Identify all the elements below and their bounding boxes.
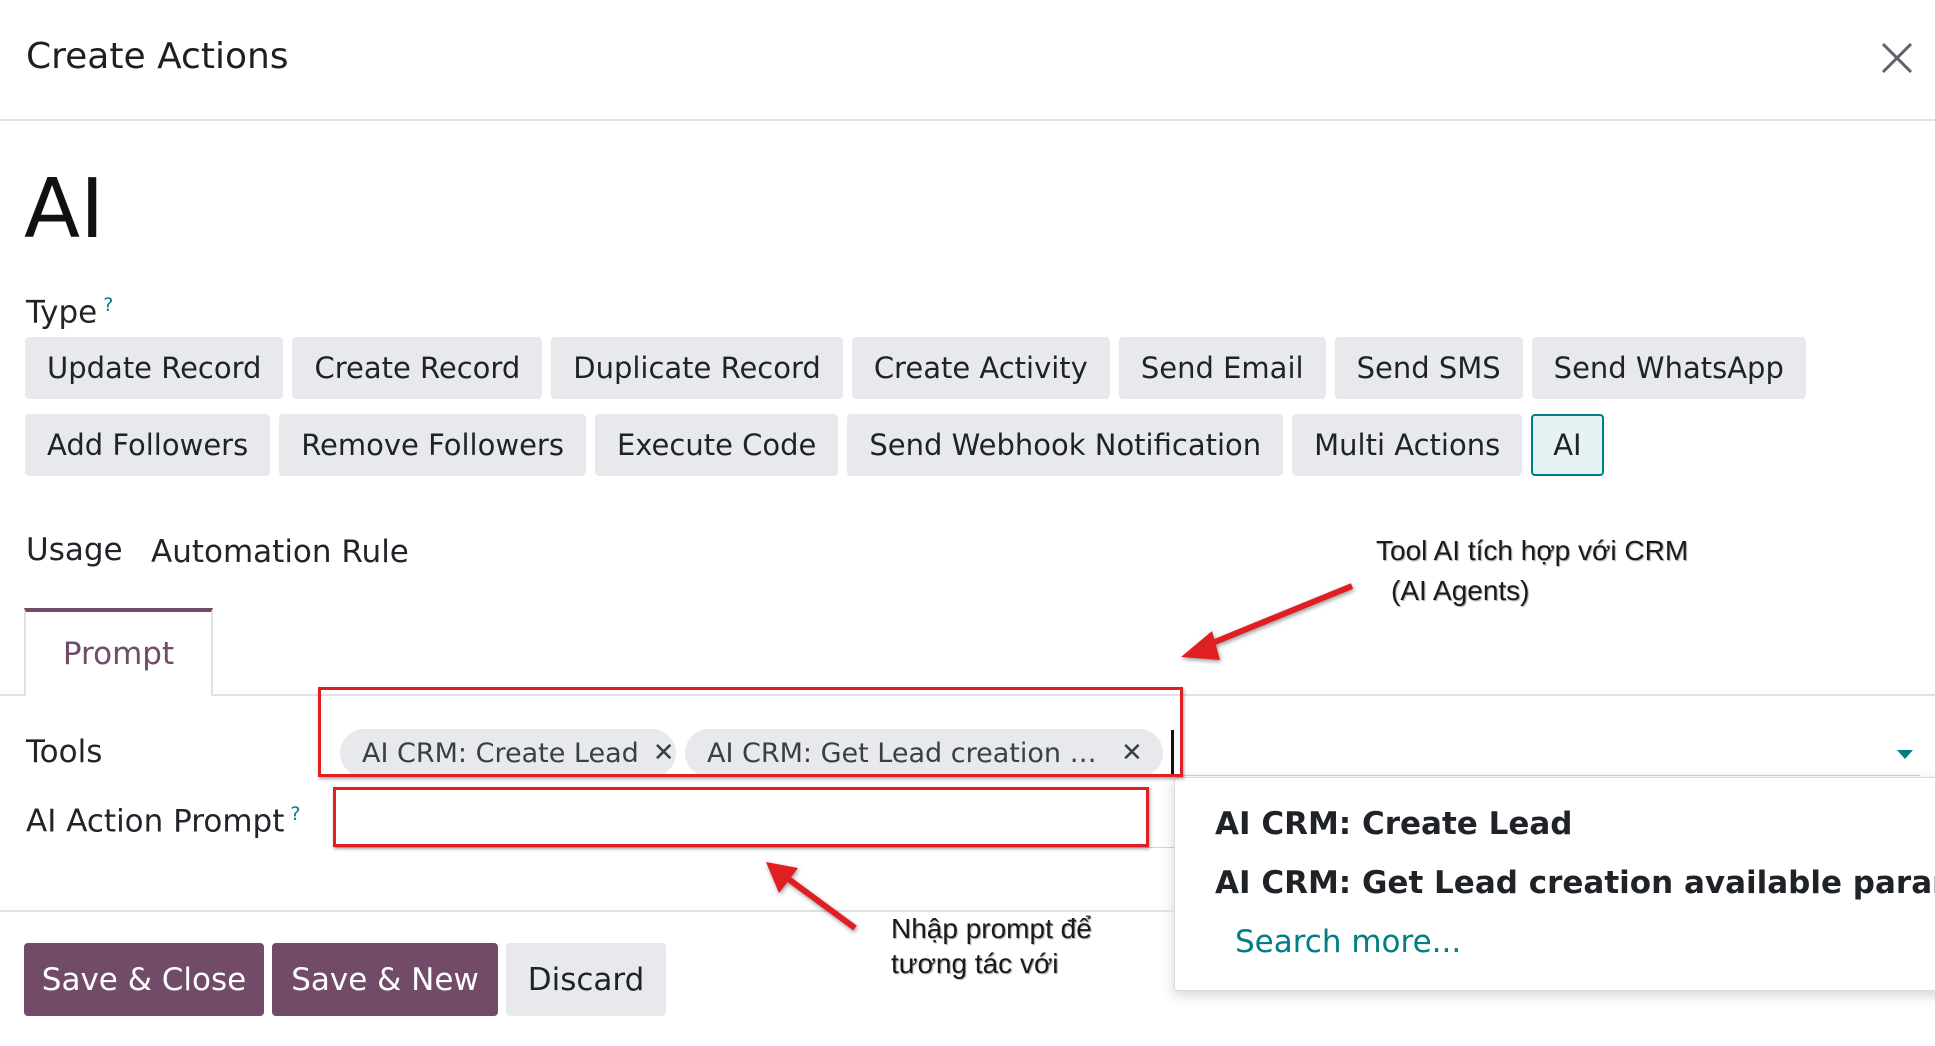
type-options-row-2: Add Followers Remove Followers Execute C… xyxy=(25,414,1604,476)
tool-tag-label: AI CRM: Get Lead creation av... xyxy=(707,737,1107,769)
save-close-button[interactable]: Save & Close xyxy=(24,943,264,1016)
ai-action-prompt-label-text: AI Action Prompt xyxy=(26,803,285,840)
annotation-note-tools-line2: (AI Agents) xyxy=(1391,575,1530,606)
type-option-multi-actions[interactable]: Multi Actions xyxy=(1292,414,1523,476)
type-option-send-webhook-notification[interactable]: Send Webhook Notification xyxy=(847,414,1284,476)
type-option-send-whatsapp[interactable]: Send WhatsApp xyxy=(1531,337,1806,399)
close-icon[interactable] xyxy=(1877,38,1917,78)
type-option-update-record[interactable]: Update Record xyxy=(25,337,284,399)
type-label: Type? xyxy=(26,294,113,330)
dropdown-caret-icon[interactable] xyxy=(1897,750,1913,759)
save-new-button[interactable]: Save & New xyxy=(272,943,498,1016)
usage-value: Automation Rule xyxy=(151,534,409,570)
type-option-send-email[interactable]: Send Email xyxy=(1118,337,1326,399)
type-option-create-activity[interactable]: Create Activity xyxy=(851,337,1110,399)
type-option-add-followers[interactable]: Add Followers xyxy=(25,414,271,476)
arrow-to-tools xyxy=(1181,583,1354,660)
prompt-help-icon[interactable]: ? xyxy=(290,803,300,825)
arrow-to-prompt xyxy=(766,862,857,931)
text-caret xyxy=(1171,730,1174,776)
dropdown-option[interactable]: AI CRM: Create Lead xyxy=(1215,806,1572,842)
tool-tag-label: AI CRM: Create Lead xyxy=(362,737,639,769)
dropdown-option[interactable]: AI CRM: Get Lead creation available para… xyxy=(1215,865,1935,901)
modal-title: Create Actions xyxy=(26,36,289,77)
type-option-ai[interactable]: AI xyxy=(1531,414,1604,476)
usage-label: Usage xyxy=(26,532,123,568)
tools-autocomplete-dropdown: AI CRM: Create Lead AI CRM: Get Lead cre… xyxy=(1174,777,1935,991)
tools-label: Tools xyxy=(26,734,103,770)
footer-divider xyxy=(0,910,1174,912)
tab-prompt[interactable]: Prompt xyxy=(24,608,213,696)
remove-tag-icon[interactable]: ✕ xyxy=(1121,738,1143,768)
type-option-execute-code[interactable]: Execute Code xyxy=(594,414,839,476)
tool-tag: AI CRM: Get Lead creation av... ✕ xyxy=(685,729,1163,777)
tool-tag: AI CRM: Create Lead ✕ xyxy=(340,729,676,777)
annotation-note-prompt-line2: tương tác với xyxy=(891,948,1059,979)
type-option-duplicate-record[interactable]: Duplicate Record xyxy=(551,337,843,399)
type-label-text: Type xyxy=(26,294,98,331)
modal-header: Create Actions xyxy=(0,0,1935,121)
annotation-note-prompt-line1: Nhập prompt để xyxy=(891,913,1092,944)
type-option-send-sms[interactable]: Send SMS xyxy=(1334,337,1523,399)
remove-tag-icon[interactable]: ✕ xyxy=(653,738,675,768)
type-options-row-1: Update Record Create Record Duplicate Re… xyxy=(25,337,1806,399)
discard-button[interactable]: Discard xyxy=(506,943,666,1016)
type-option-create-record[interactable]: Create Record xyxy=(292,337,543,399)
annotation-note-tools-line1: Tool AI tích hợp với CRM xyxy=(1376,535,1689,566)
tab-divider xyxy=(0,694,1935,696)
type-option-remove-followers[interactable]: Remove Followers xyxy=(279,414,586,476)
type-help-icon[interactable]: ? xyxy=(103,294,113,316)
ai-action-prompt-label: AI Action Prompt? xyxy=(26,803,300,839)
search-more-link[interactable]: Search more... xyxy=(1235,924,1461,960)
record-name[interactable]: AI xyxy=(24,162,104,257)
